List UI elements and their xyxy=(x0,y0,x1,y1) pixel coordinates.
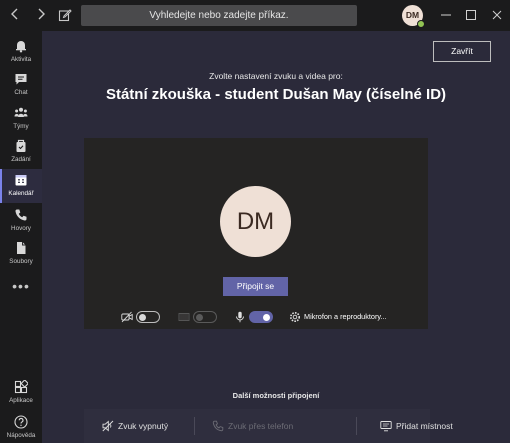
rail-item-label: Kalendář xyxy=(8,190,34,197)
forward-icon[interactable] xyxy=(36,8,46,23)
pre-join-screen: Zavřít Zvolte nastavení zvuku a videa pr… xyxy=(42,31,510,443)
minimize-icon[interactable] xyxy=(437,6,455,24)
rail-item-help[interactable]: Nápověda xyxy=(0,411,42,443)
close-button[interactable]: Zavřít xyxy=(433,41,491,62)
camera-toggle[interactable] xyxy=(136,311,160,323)
rail-item-calls[interactable]: Hovory xyxy=(0,204,42,238)
camera-off-icon xyxy=(121,311,133,323)
rail-item-calendar[interactable]: Kalendář xyxy=(0,169,42,203)
option-divider xyxy=(356,417,357,435)
compose-icon[interactable] xyxy=(58,8,72,22)
rail-item-label: Zadání xyxy=(11,156,31,163)
option-label: Zvuk přes telefon xyxy=(228,421,294,431)
back-icon[interactable] xyxy=(10,8,20,23)
background-effects-icon xyxy=(178,313,190,321)
help-icon xyxy=(14,415,28,429)
device-controls: Mikrofon a reproduktory... xyxy=(84,309,428,327)
more-apps-icon[interactable]: ••• xyxy=(0,278,42,294)
speaker-off-icon xyxy=(102,420,114,432)
rail-item-label: Týmy xyxy=(13,123,29,130)
bell-icon xyxy=(16,41,26,53)
phone-icon xyxy=(15,209,27,221)
toggle-knob xyxy=(196,313,203,321)
calendar-icon xyxy=(15,175,27,186)
close-window-icon[interactable] xyxy=(488,6,506,24)
search-input[interactable]: Vyhledejte nebo zadejte příkaz. xyxy=(81,5,357,26)
video-preview: DM Připojit se Mikrofon a reproduktory..… xyxy=(84,138,428,329)
rail-item-label: Chat xyxy=(14,89,28,96)
rail-item-label: Soubory xyxy=(9,258,33,265)
rail-item-assignments[interactable]: Zadání xyxy=(0,135,42,169)
toggle-knob xyxy=(263,313,270,321)
rail-item-label: Nápověda xyxy=(6,432,36,439)
toggle-knob xyxy=(139,313,146,321)
option-label: Zvuk vypnutý xyxy=(118,421,169,431)
audio-devices-link[interactable]: Mikrofon a reproduktory... xyxy=(304,312,387,321)
rail-item-activity[interactable]: Aktivita xyxy=(0,35,42,69)
apps-icon xyxy=(14,380,28,394)
rail-item-apps[interactable]: Aplikace xyxy=(0,376,42,410)
presence-status-icon xyxy=(417,20,425,28)
option-divider xyxy=(194,417,195,435)
microphone-toggle[interactable] xyxy=(249,311,273,323)
other-join-options: Zvuk vypnutý Zvuk přes telefon Přidat mí… xyxy=(84,409,453,443)
user-avatar-large: DM xyxy=(220,186,291,257)
chat-icon xyxy=(15,74,27,85)
files-icon xyxy=(17,242,26,254)
other-join-options-title: Další možnosti připojení xyxy=(232,391,320,400)
gear-icon[interactable] xyxy=(289,311,301,323)
join-button[interactable]: Připojit se xyxy=(223,277,288,296)
assignments-icon xyxy=(16,139,26,152)
user-avatar[interactable]: DM xyxy=(402,5,425,28)
phone-icon xyxy=(212,420,224,432)
background-effects-toggle xyxy=(193,311,217,323)
rail-item-label: Aktivita xyxy=(10,56,32,63)
rail-item-label: Aplikace xyxy=(9,397,33,404)
app-rail: Aktivita Chat Týmy Zadání Kalendář Hovor… xyxy=(0,31,42,443)
pre-join-subtitle: Zvolte nastavení zvuku a videa pro: xyxy=(209,71,343,81)
user-initials: DM xyxy=(405,10,420,20)
maximize-icon[interactable] xyxy=(462,6,480,24)
option-label: Přidat místnost xyxy=(396,421,453,431)
meeting-title: Státní zkouška - student Dušan May (číse… xyxy=(105,86,447,103)
microphone-icon xyxy=(236,311,244,323)
rail-item-label: Hovory xyxy=(11,225,31,232)
rail-item-teams[interactable]: Týmy xyxy=(0,102,42,136)
rail-item-files[interactable]: Soubory xyxy=(0,237,42,271)
rail-item-chat[interactable]: Chat xyxy=(0,68,42,102)
room-icon xyxy=(380,421,392,432)
teams-icon xyxy=(14,107,28,117)
title-bar: Vyhledejte nebo zadejte příkaz. DM xyxy=(0,0,510,31)
